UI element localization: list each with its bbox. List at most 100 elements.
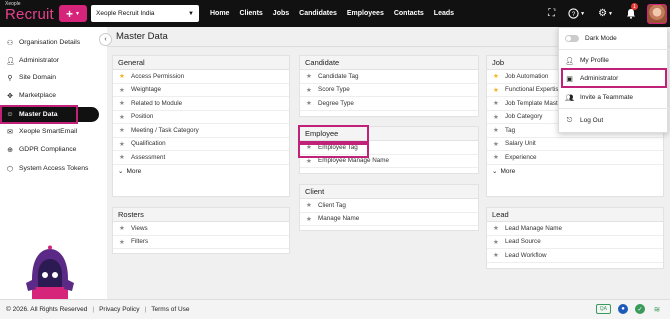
list-item-label: Salary Unit <box>505 140 536 148</box>
list-item[interactable]: ★ Client Tag <box>300 199 478 213</box>
list-item[interactable]: ★ Lead Workflow <box>487 249 663 263</box>
star-icon[interactable]: ★ <box>119 238 125 246</box>
list-item[interactable]: ★ Views <box>113 222 289 236</box>
menu-item-my-profile[interactable]: 👤︎ My Profile <box>559 53 669 68</box>
list-item[interactable]: ★ Candidate Tag <box>300 70 478 84</box>
list-item[interactable]: ★ Related to Module <box>113 97 289 111</box>
star-icon[interactable]: ★ <box>306 86 312 94</box>
data-icon: ☺ <box>6 111 14 118</box>
star-icon[interactable]: ★ <box>119 72 125 80</box>
list-item[interactable]: ★ Qualification <box>113 138 289 151</box>
star-icon[interactable]: ★ <box>119 224 125 232</box>
sidebar-item-smartemail[interactable]: ✉ Xeople SmartEmail <box>0 124 99 139</box>
list-item[interactable]: ★ Degree Type <box>300 97 478 111</box>
menu-item-log-out[interactable]: ⎋ Log Out <box>559 113 669 128</box>
list-item[interactable]: ★ Experience <box>487 151 663 165</box>
list-item[interactable]: ★ Score Type <box>300 84 478 97</box>
sidebar-item-system-access-tokens[interactable]: ⬡ System Access Tokens <box>0 161 99 176</box>
sidebar-item-label: Master Data <box>19 111 58 118</box>
star-icon[interactable]: ★ <box>493 140 499 148</box>
privacy-policy-link[interactable]: Privacy Policy <box>99 306 139 313</box>
plus-icon: + <box>66 6 74 21</box>
star-icon[interactable]: ★ <box>119 126 125 134</box>
list-item[interactable]: ★ Lead Manage Name <box>487 222 663 236</box>
list-item[interactable]: ★ Filters <box>113 236 289 249</box>
star-icon[interactable]: ★ <box>493 153 499 161</box>
list-item[interactable]: ★ Salary Unit <box>487 138 663 151</box>
settings-icon[interactable]: ⚙ ▼ <box>598 8 613 19</box>
star-icon[interactable]: ★ <box>306 143 312 151</box>
list-item[interactable]: ★ Employee Manage Name <box>300 155 478 168</box>
list-item-label: Candidate Tag <box>318 72 359 80</box>
star-icon[interactable]: ★ <box>493 126 499 134</box>
footer-icons: QA ● ✓ ≋ <box>595 304 662 314</box>
list-item[interactable]: ★ Assessment <box>113 151 289 165</box>
star-icon[interactable]: ★ <box>493 224 499 232</box>
list-item[interactable]: ★ Weightage <box>113 84 289 97</box>
menu-item-dark-mode[interactable]: Dark Mode <box>559 31 669 46</box>
list-item[interactable]: ★ Manage Name <box>300 213 478 226</box>
star-icon[interactable]: ★ <box>493 113 499 121</box>
account-select[interactable]: Xeople Recruit India ▼ <box>91 5 199 22</box>
star-icon[interactable]: ★ <box>306 215 312 223</box>
list-item-label: Assessment <box>131 153 166 161</box>
nav-jobs[interactable]: Jobs <box>273 10 289 17</box>
sidebar-item-organisation-details[interactable]: ⚇ Organisation Details <box>0 35 99 50</box>
sidebar-item-marketplace[interactable]: ✥ Marketplace <box>0 88 99 103</box>
menu-item-invite-teammate[interactable]: 👥︎ Invite a Teammate <box>559 90 669 105</box>
star-icon[interactable]: ★ <box>493 86 499 94</box>
nav-candidates[interactable]: Candidates <box>299 10 337 17</box>
star-icon[interactable]: ★ <box>119 113 125 121</box>
help-icon[interactable]: ? ▼ <box>568 8 585 19</box>
star-icon[interactable]: ★ <box>119 86 125 94</box>
top-bar: Xeople Recruit + ▼ Xeople Recruit India … <box>0 0 670 27</box>
list-item[interactable]: ★ Access Permission <box>113 70 289 84</box>
menu-item-administrator[interactable]: ▣ Administrator <box>559 71 669 86</box>
dark-mode-toggle[interactable] <box>565 35 579 42</box>
notification-bell-icon[interactable]: 1 <box>626 3 638 19</box>
nav-leads[interactable]: Leads <box>434 10 454 17</box>
list-item[interactable]: ★ Lead Source <box>487 236 663 249</box>
star-icon[interactable]: ★ <box>119 140 125 148</box>
page-title: Master Data <box>116 31 168 42</box>
qa-badge[interactable]: QA <box>595 304 611 314</box>
nav-contacts[interactable]: Contacts <box>394 10 424 17</box>
star-icon[interactable]: ★ <box>493 238 499 246</box>
star-icon[interactable]: ★ <box>493 72 499 80</box>
sidebar-item-site-domain[interactable]: ⚲ Site Domain <box>0 70 99 85</box>
menu-item-label: Invite a Teammate <box>580 94 633 101</box>
star-icon[interactable]: ★ <box>306 201 312 209</box>
collapse-sidebar-button[interactable]: ‹ <box>99 33 112 46</box>
list-item[interactable]: ★ Position <box>113 111 289 124</box>
wifi-icon[interactable]: ≋ <box>652 304 662 314</box>
sidebar-item-master-data[interactable]: ☺ Master Data <box>0 107 99 122</box>
more-button[interactable]: ⌄ More <box>113 165 289 178</box>
sidebar-item-administrator[interactable]: 👤︎ Administrator <box>0 53 99 68</box>
list-item[interactable]: ★ Employee Tag <box>300 141 478 155</box>
star-icon[interactable]: ★ <box>493 251 499 259</box>
nav-clients[interactable]: Clients <box>239 10 262 17</box>
app-logo[interactable]: Xeople Recruit <box>5 2 54 23</box>
nav-home[interactable]: Home <box>210 10 229 17</box>
user-avatar[interactable] <box>647 3 667 24</box>
star-icon[interactable]: ★ <box>493 99 499 107</box>
card-lead: Lead ★ Lead Manage Name ★ Lead Source ★ Lea… <box>486 207 664 269</box>
star-icon[interactable]: ★ <box>119 153 125 161</box>
sidebar-item-label: Site Domain <box>19 74 57 81</box>
star-icon[interactable]: ★ <box>119 99 125 107</box>
sidebar-item-gdpr-compliance[interactable]: ⊕ GDPR Compliance <box>0 142 99 157</box>
nav-employees[interactable]: Employees <box>347 10 384 17</box>
list-item[interactable]: ★ Meeting / Task Category <box>113 124 289 138</box>
fullscreen-icon[interactable]: ⛶ <box>548 8 555 19</box>
menu-item-label: Administrator <box>580 75 619 82</box>
quick-add-button[interactable]: + ▼ <box>59 5 87 22</box>
more-button[interactable]: ⌄ More <box>487 165 663 178</box>
menu-item-label: My Profile <box>580 57 609 64</box>
terms-link[interactable]: Terms of Use <box>151 306 189 313</box>
user-circle-icon[interactable]: ● <box>618 304 628 314</box>
check-circle-icon[interactable]: ✓ <box>635 304 645 314</box>
star-icon[interactable]: ★ <box>306 157 312 165</box>
notification-badge: 1 <box>631 3 638 10</box>
star-icon[interactable]: ★ <box>306 99 312 107</box>
star-icon[interactable]: ★ <box>306 72 312 80</box>
